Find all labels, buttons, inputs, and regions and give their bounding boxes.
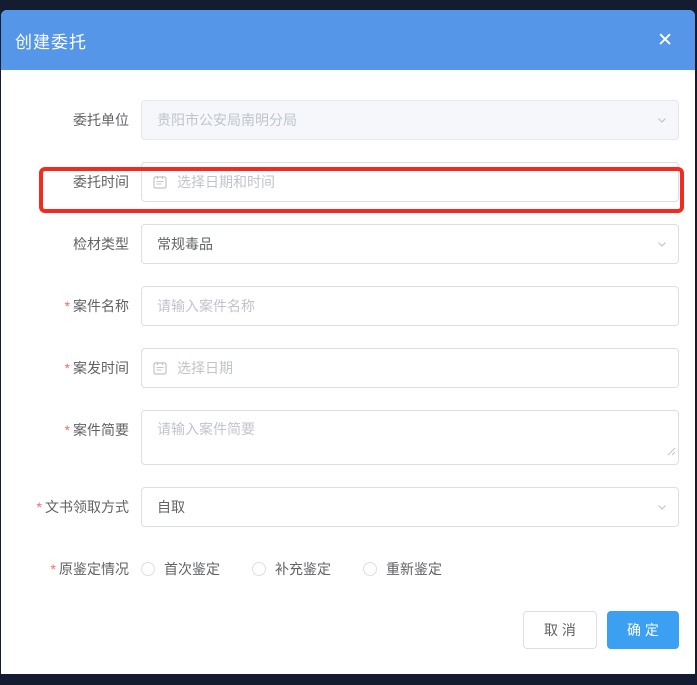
required-asterisk: * bbox=[65, 422, 70, 438]
chevron-down-icon bbox=[656, 500, 668, 516]
entrust-unit-select[interactable]: 贵阳市公安局南明分局 bbox=[141, 100, 679, 140]
incident-time-input[interactable] bbox=[141, 348, 679, 388]
case-brief-label: 案件简要 bbox=[73, 422, 129, 438]
sample-type-value: 常规毒品 bbox=[157, 234, 213, 254]
form-row-original-appraisal: *原鉴定情况 首次鉴定 补充鉴定 重新鉴定 bbox=[1, 549, 695, 589]
entrust-unit-value: 贵阳市公安局南明分局 bbox=[157, 110, 297, 130]
required-asterisk: * bbox=[51, 561, 56, 577]
form-row-document-pickup: *文书领取方式 自取 bbox=[1, 487, 695, 527]
dialog-footer: 取 消 确 定 bbox=[1, 611, 695, 649]
radio-supplementary-appraisal[interactable]: 补充鉴定 bbox=[252, 559, 331, 579]
required-asterisk: * bbox=[65, 298, 70, 314]
form-row-case-brief: *案件简要 bbox=[1, 410, 695, 465]
entrust-unit-label: 委托单位 bbox=[1, 100, 129, 140]
required-asterisk: * bbox=[37, 499, 42, 515]
sample-type-select[interactable]: 常规毒品 bbox=[141, 224, 679, 264]
form-row-sample-type: 检材类型 常规毒品 bbox=[1, 224, 695, 264]
sample-type-label: 检材类型 bbox=[1, 224, 129, 264]
case-brief-textarea[interactable] bbox=[141, 410, 679, 465]
document-pickup-value: 自取 bbox=[157, 497, 185, 517]
form-row-case-name: *案件名称 bbox=[1, 286, 695, 326]
close-icon[interactable]: ✕ bbox=[655, 29, 675, 52]
entrust-time-input[interactable] bbox=[141, 162, 679, 202]
dialog-header: 创建委托 ✕ bbox=[1, 10, 695, 70]
dialog-body: 委托单位 贵阳市公安局南明分局 委托时间 检材类型 bbox=[1, 70, 695, 649]
incident-time-label: 案发时间 bbox=[73, 360, 129, 376]
case-name-input[interactable] bbox=[141, 286, 679, 326]
radio-circle-icon bbox=[141, 562, 155, 576]
form-row-incident-time: *案发时间 bbox=[1, 348, 695, 388]
document-pickup-select[interactable]: 自取 bbox=[141, 487, 679, 527]
chevron-down-icon bbox=[656, 113, 668, 129]
radio-circle-icon bbox=[363, 562, 377, 576]
original-appraisal-radio-group: 首次鉴定 补充鉴定 重新鉴定 bbox=[141, 549, 474, 589]
document-pickup-label: 文书领取方式 bbox=[45, 499, 129, 515]
radio-first-appraisal[interactable]: 首次鉴定 bbox=[141, 559, 220, 579]
dialog-title: 创建委托 bbox=[15, 28, 87, 53]
chevron-down-icon bbox=[656, 237, 668, 253]
required-asterisk: * bbox=[65, 360, 70, 376]
form-row-entrust-unit: 委托单位 贵阳市公安局南明分局 bbox=[1, 100, 695, 140]
case-name-label: 案件名称 bbox=[73, 298, 129, 314]
original-appraisal-label: 原鉴定情况 bbox=[59, 561, 129, 577]
entrust-time-label: 委托时间 bbox=[1, 162, 129, 202]
radio-circle-icon bbox=[252, 562, 266, 576]
confirm-button[interactable]: 确 定 bbox=[607, 611, 679, 649]
create-entrust-dialog: 创建委托 ✕ 委托单位 贵阳市公安局南明分局 委托时间 bbox=[1, 10, 695, 674]
cancel-button[interactable]: 取 消 bbox=[523, 611, 597, 649]
radio-re-appraisal[interactable]: 重新鉴定 bbox=[363, 559, 442, 579]
form-row-entrust-time: 委托时间 bbox=[1, 162, 695, 202]
